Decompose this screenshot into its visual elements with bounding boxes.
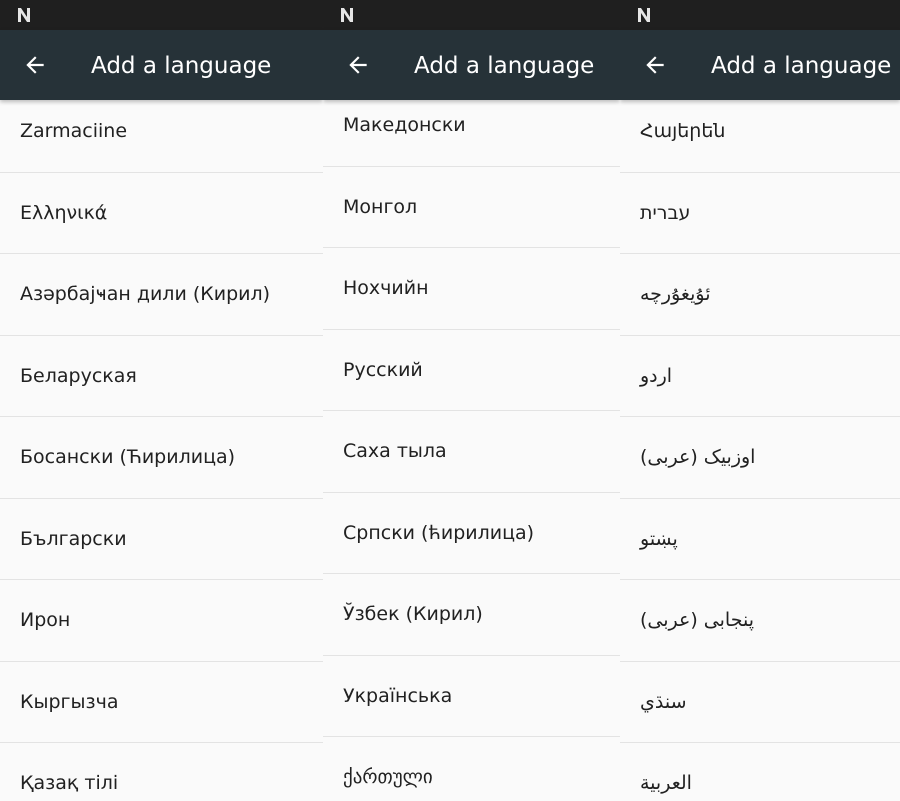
language-label: پنجابی (عربی) [640,609,755,632]
language-item[interactable]: Монгол [323,167,620,248]
nougat-n-icon [18,8,30,22]
language-label: Беларуская [20,364,137,387]
language-label: Македонски [343,114,466,137]
language-picker-screen-2: Add a language Македонски Монгол Нохчийн… [323,0,620,801]
language-label: سنڌي [640,690,687,713]
language-label: العربية [640,772,692,795]
language-label: ئۇيغۇرچە [640,283,711,306]
status-bar [620,0,900,30]
app-toolbar: Add a language [0,30,323,100]
screenshot-collage: Add a language Zarmaciine Ελληνικά Азәрб… [0,0,900,801]
language-item[interactable]: Українська [323,656,620,737]
language-item[interactable]: Кыргызча [0,662,323,743]
language-label: اردو [640,364,673,387]
language-item[interactable]: اوزبیک (عربی) [620,417,900,499]
language-item[interactable]: Հայերեն [620,100,900,173]
language-label: עברית [640,201,691,224]
language-item[interactable]: Саха тыла [323,411,620,493]
language-label: Zarmaciine [20,120,128,143]
page-title: Add a language [711,53,892,79]
language-picker-screen-3: Add a language Հայերեն עברית ئۇيغۇرچە ار… [620,0,900,801]
language-item[interactable]: پنجابی (عربی) [620,580,900,662]
back-arrow-icon[interactable] [642,52,668,78]
language-item[interactable]: اردو [620,336,900,417]
back-arrow-icon[interactable] [22,52,48,78]
language-item[interactable]: پښتو [620,499,900,580]
language-picker-screen-1: Add a language Zarmaciine Ελληνικά Азәрб… [0,0,323,801]
nougat-n-icon [638,8,650,22]
status-bar [0,0,323,30]
language-item[interactable]: العربية [620,743,900,801]
language-label: Нохчийн [343,277,429,300]
app-toolbar: Add a language [323,30,620,100]
language-item[interactable]: Беларуская [0,336,323,417]
language-list: Македонски Монгол Нохчийн Русский Саха т… [323,100,620,801]
language-label: پښتو [640,527,678,550]
language-item[interactable]: Српски (ћирилица) [323,493,620,574]
language-item[interactable]: ქართული [323,737,620,801]
language-item[interactable]: Ўзбек (Кирил) [323,574,620,656]
language-item[interactable]: Босански (Ћирилица) [0,417,323,499]
language-list: Zarmaciine Ελληνικά Азәрбајҹан дили (Кир… [0,100,323,801]
language-label: Ирон [20,609,71,632]
language-item[interactable]: ئۇيغۇرچە [620,254,900,336]
language-item[interactable]: Ирон [0,580,323,662]
language-label: Українська [343,684,453,707]
language-label: Қазақ тілі [20,772,119,795]
language-label: Саха тыла [343,440,447,463]
language-item[interactable]: Қазақ тілі [0,743,323,801]
status-bar [323,0,620,30]
language-list: Հայերեն עברית ئۇيغۇرچە اردو اوزبیک (عربی… [620,100,900,801]
language-item[interactable]: سنڌي [620,662,900,743]
nougat-n-icon [341,8,353,22]
language-item[interactable]: Азәрбајҹан дили (Кирил) [0,254,323,336]
language-item[interactable]: Ελληνικά [0,173,323,254]
language-item[interactable]: Русский [323,330,620,411]
language-label: Հայերեն [640,120,726,143]
language-item[interactable]: Македонски [323,100,620,167]
app-toolbar: Add a language [620,30,900,100]
language-item[interactable]: עברית [620,173,900,254]
language-label: Русский [343,358,423,381]
language-label: اوزبیک (عربی) [640,446,756,469]
language-label: ქართული [343,766,433,789]
language-label: Ελληνικά [20,201,108,224]
back-arrow-icon[interactable] [345,52,371,78]
language-label: Азәрбајҹан дили (Кирил) [20,283,271,306]
language-item[interactable]: Нохчийн [323,248,620,330]
language-label: Кыргызча [20,690,119,713]
language-item[interactable]: Български [0,499,323,580]
language-item[interactable]: Zarmaciine [0,100,323,173]
language-label: Български [20,527,127,550]
page-title: Add a language [414,53,595,79]
language-label: Ўзбек (Кирил) [343,603,483,626]
language-label: Српски (ћирилица) [343,521,535,544]
language-label: Монгол [343,195,418,218]
page-title: Add a language [91,53,272,79]
language-label: Босански (Ћирилица) [20,446,236,469]
